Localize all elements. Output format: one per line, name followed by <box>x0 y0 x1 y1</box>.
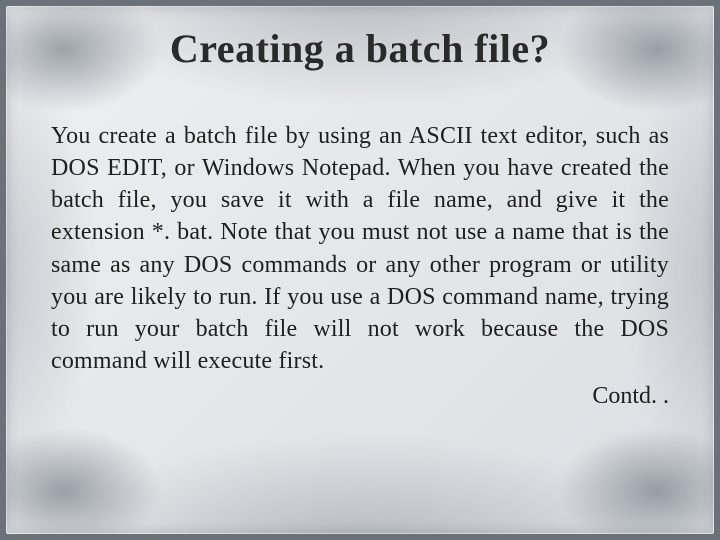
slide-title: Creating a batch file? <box>51 25 669 72</box>
slide-body-text: You create a batch file by using an ASCI… <box>51 120 669 377</box>
slide-paper: Creating a batch file? You create a batc… <box>6 6 714 534</box>
continued-label: Contd. . <box>51 383 669 410</box>
